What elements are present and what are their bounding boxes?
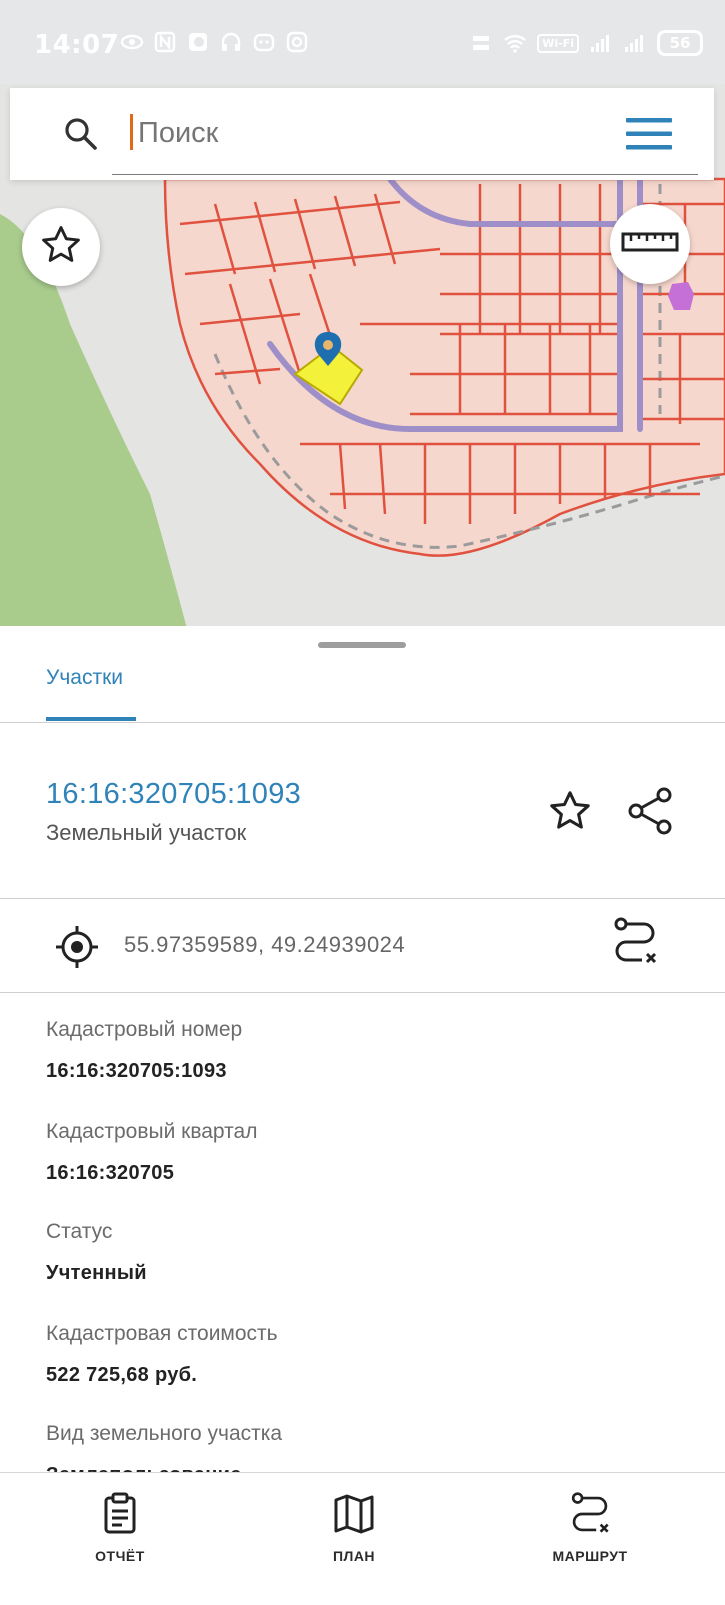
- field-label: Кадастровая стоимость: [46, 1322, 278, 1345]
- share-button[interactable]: [624, 786, 676, 840]
- field-value: 16:16:320705:1093: [46, 1060, 227, 1082]
- app-notification-icon: [252, 30, 276, 54]
- wifi-icon: [503, 31, 527, 55]
- parcel-type: Земельный участок: [46, 820, 247, 845]
- signal-icon: [589, 31, 613, 55]
- hamburger-menu-icon[interactable]: [624, 116, 674, 152]
- nfc-icon: [153, 30, 177, 54]
- parcel-info-sheet: Участки 16:16:320705:1093 Земельный учас…: [0, 626, 725, 1486]
- measure-button[interactable]: [610, 204, 690, 284]
- moon-icon: [186, 30, 210, 54]
- status-system-icons: Wi-Fi 56: [469, 30, 703, 56]
- search-icon[interactable]: [62, 115, 100, 153]
- status-time: 14:07: [34, 30, 120, 60]
- field-label: Статус: [46, 1220, 113, 1243]
- search-input[interactable]: [136, 110, 610, 156]
- field-label: Кадастровый номер: [46, 1018, 243, 1041]
- header-divider: [0, 898, 725, 899]
- field-label: Кадастровый квартал: [46, 1120, 258, 1143]
- coords-divider: [0, 992, 725, 993]
- parcel-cadastral-number[interactable]: 16:16:320705:1093: [46, 778, 301, 811]
- map-icon: [331, 1491, 377, 1542]
- coordinates[interactable]: 55.97359589, 49.24939024: [124, 932, 405, 958]
- tab-parcels[interactable]: Участки: [46, 666, 123, 690]
- route-icon: [611, 916, 659, 973]
- tabs-divider: [0, 722, 725, 723]
- sheet-drag-handle[interactable]: [318, 642, 406, 648]
- field-value: Учтенный: [46, 1262, 147, 1284]
- eye-icon: [120, 30, 144, 54]
- data-speed-icon: [469, 31, 493, 55]
- map-favorite-button[interactable]: [22, 208, 100, 286]
- share-icon: [626, 786, 674, 841]
- field-cadastral-quarter: Кадастровый квартал 16:16:320705: [46, 1120, 257, 1185]
- instagram-icon: [285, 30, 309, 54]
- nav-report-label: ОТЧЁТ: [95, 1548, 145, 1564]
- field-value: 16:16:320705: [46, 1162, 175, 1184]
- star-icon: [39, 223, 83, 272]
- field-value: 522 725,68 руб.: [46, 1364, 198, 1386]
- nav-plan-label: ПЛАН: [332, 1548, 376, 1564]
- field-cadastral-number: Кадастровый номер 16:16:320705:1093: [46, 1018, 242, 1083]
- route-button[interactable]: [608, 916, 662, 972]
- battery-indicator: 56: [657, 30, 703, 56]
- clipboard-icon: [97, 1491, 143, 1542]
- nav-plan[interactable]: ПЛАН: [294, 1491, 414, 1564]
- route-icon: [567, 1491, 613, 1542]
- tab-indicator: [46, 717, 136, 721]
- star-icon: [547, 788, 593, 839]
- status-notification-icons: [120, 30, 309, 54]
- nav-route-label: МАРШРУТ: [552, 1548, 628, 1564]
- status-bar: 14:07 Wi-Fi 56: [0, 0, 725, 84]
- search-bar: [10, 88, 714, 180]
- field-status: Статус Учтенный: [46, 1220, 147, 1285]
- network-badge: Wi-Fi: [537, 33, 579, 53]
- ruler-icon: [621, 228, 679, 261]
- nav-route[interactable]: МАРШРУТ: [530, 1491, 650, 1564]
- favorite-button[interactable]: [545, 788, 595, 838]
- search-underline: [112, 174, 698, 175]
- text-cursor: [130, 114, 133, 150]
- nav-report[interactable]: ОТЧЁТ: [60, 1491, 180, 1564]
- headphones-icon: [219, 30, 243, 54]
- bottom-navigation: ОТЧЁТ ПЛАН МАРШРУТ: [0, 1472, 725, 1605]
- field-label: Вид земельного участка: [46, 1422, 283, 1445]
- crosshair-icon[interactable]: [52, 922, 102, 972]
- signal-4g-icon: [623, 31, 647, 55]
- field-cadastral-value: Кадастровая стоимость 522 725,68 руб.: [46, 1322, 278, 1387]
